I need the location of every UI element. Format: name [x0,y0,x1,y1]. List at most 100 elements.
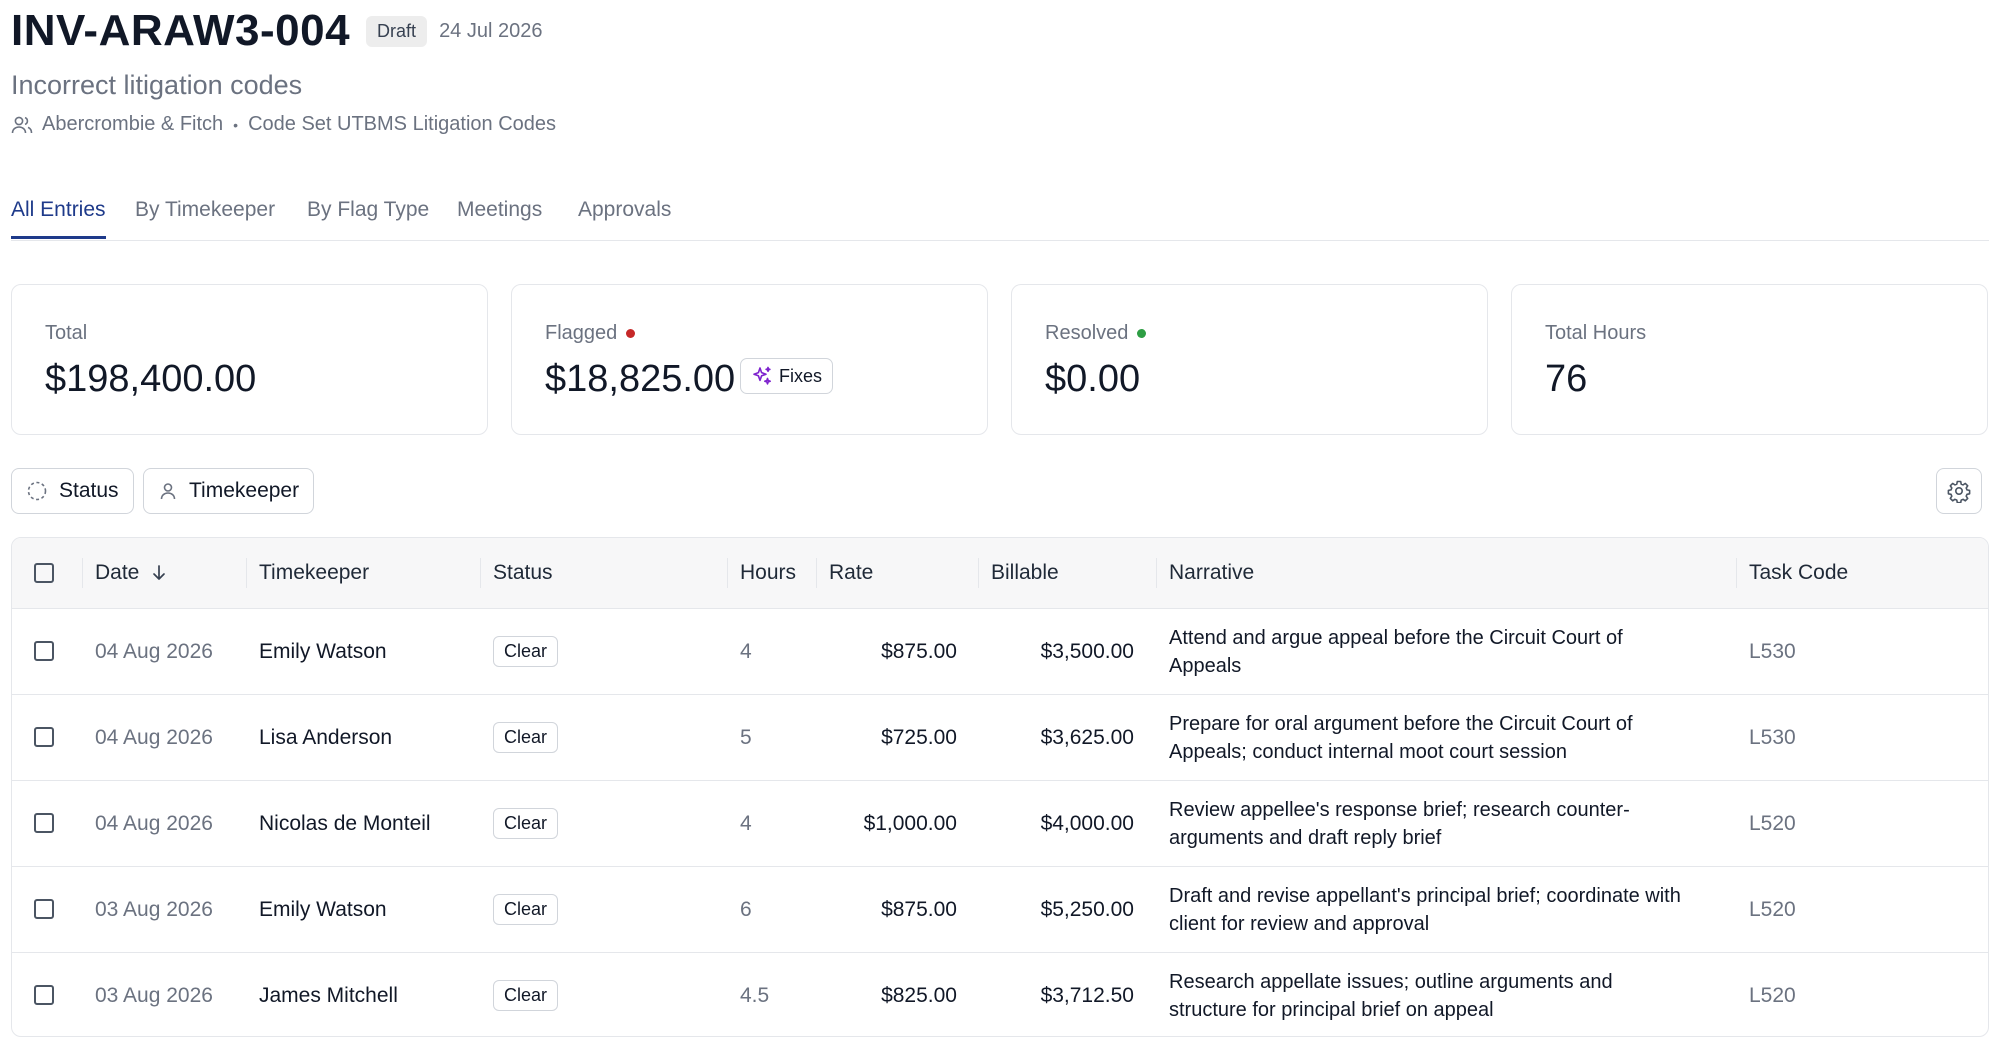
resolved-dot [1137,329,1147,338]
status-badge: Clear [493,808,559,839]
entry-date: 03 Aug 2026 [95,897,213,921]
hours-column-header[interactable]: Hours [740,538,796,608]
status-column-header[interactable]: Status [493,538,553,608]
entry-task-code: L530 [1749,639,1796,663]
rate-column-header[interactable]: Rate [829,538,873,608]
status-filter-button[interactable]: Status [11,468,134,514]
invoice-header: INV-ARAW3-004 Draft 24 Jul 2026 [11,6,542,56]
billable-column-header[interactable]: Billable [991,538,1059,608]
entry-task-code: L530 [1749,725,1796,749]
column-divider [246,558,247,588]
task-code-column-header[interactable]: Task Code [1749,538,1848,608]
timekeeper-filter-button[interactable]: Timekeeper [143,468,315,514]
sparkles-icon [753,366,771,385]
tab-by-flag-type[interactable]: By Flag Type [307,198,429,238]
tab-bar: All Entries By Timekeeper By Flag Type M… [11,198,1989,241]
entry-status: Clear [493,867,559,952]
entry-rate: $875.00 [881,897,957,921]
entry-billable: $4,000.00 [1040,811,1134,835]
code-set: Code Set UTBMS Litigation Codes [248,113,557,135]
column-divider [1156,558,1157,588]
table-row[interactable]: 04 Aug 2026 Lisa Anderson Clear 5 $725.0… [12,695,1988,781]
entry-hours: 4 [740,639,752,663]
flagged-card: Flagged $18,825.00 Fixes [511,284,988,435]
table-settings-button[interactable] [1936,468,1982,514]
status-badge: Clear [493,722,559,753]
entry-date: 04 Aug 2026 [95,811,213,835]
meta-separator: • [233,116,239,133]
invoice-meta: Abercrombie & Fitch • Code Set UTBMS Lit… [11,113,556,136]
invoice-id: INV-ARAW3-004 [11,6,351,55]
date-column-header[interactable]: Date [95,538,167,608]
total-hours-label: Total Hours [1545,322,1647,344]
tab-meetings[interactable]: Meetings [457,198,542,238]
row-checkbox[interactable] [34,727,54,747]
entry-timekeeper: Nicolas de Monteil [259,811,431,835]
column-divider [978,558,979,588]
total-value: $198,400.00 [45,358,257,400]
resolved-value: $0.00 [1045,358,1141,400]
tab-all-entries[interactable]: All Entries [11,198,106,239]
entry-rate: $825.00 [881,983,957,1007]
select-all-checkbox[interactable] [34,563,54,583]
arrow-down-icon [153,565,166,580]
column-divider [816,558,817,588]
row-checkbox[interactable] [34,641,54,661]
entry-narrative: Review appellee's response brief; resear… [1169,798,1630,849]
users-icon [11,116,33,133]
row-checkbox[interactable] [34,899,54,919]
entry-status: Clear [493,953,559,1036]
entry-rate: $875.00 [881,639,957,663]
entry-billable: $3,500.00 [1040,639,1134,663]
entry-billable: $5,250.00 [1040,897,1134,921]
entry-date: 03 Aug 2026 [95,983,213,1007]
table-row[interactable]: 04 Aug 2026 Emily Watson Clear 4 $875.00… [12,609,1988,695]
status-filter-label: Status [59,479,119,502]
table-row[interactable]: 04 Aug 2026 Nicolas de Monteil Clear 4 $… [12,781,1988,867]
entry-status: Clear [493,695,559,780]
entry-billable: $3,712.50 [1040,983,1134,1007]
row-checkbox[interactable] [34,985,54,1005]
dashed-circle-icon [27,481,47,501]
client-name: Abercrombie & Fitch [42,113,224,135]
gear-icon [1947,480,1971,503]
entry-date: 04 Aug 2026 [95,725,213,749]
entries-table: Date Timekeeper Status Hours Rate Billab… [11,537,1989,1037]
row-checkbox[interactable] [34,813,54,833]
narrative-column-header[interactable]: Narrative [1169,538,1254,608]
table-row[interactable]: 03 Aug 2026 Emily Watson Clear 6 $875.00… [12,867,1988,953]
entry-hours: 6 [740,897,752,921]
entry-hours: 5 [740,725,752,749]
entry-narrative: Research appellate issues; outline argum… [1169,970,1613,1021]
fixes-button[interactable]: Fixes [740,358,834,394]
column-divider [1736,558,1737,588]
entry-rate: $1,000.00 [863,811,957,835]
entry-hours: 4 [740,811,752,835]
timekeeper-column-header[interactable]: Timekeeper [259,538,369,608]
total-label: Total [45,322,88,344]
entry-task-code: L520 [1749,897,1796,921]
entry-timekeeper: James Mitchell [259,983,398,1007]
entry-task-code: L520 [1749,983,1796,1007]
entry-status: Clear [493,609,559,694]
entry-narrative: Draft and revise appellant's principal b… [1169,884,1681,935]
entry-narrative: Prepare for oral argument before the Cir… [1169,712,1633,763]
invoice-subtitle: Incorrect litigation codes [11,70,303,100]
timekeeper-filter-label: Timekeeper [189,479,300,502]
flagged-value: $18,825.00 [545,358,736,400]
flagged-label: Flagged [545,322,618,344]
column-divider [727,558,728,588]
entry-task-code: L520 [1749,811,1796,835]
total-card: Total $198,400.00 [11,284,488,435]
column-divider [480,558,481,588]
entry-hours: 4.5 [740,983,770,1007]
status-badge: Clear [493,894,559,925]
tab-approvals[interactable]: Approvals [578,198,671,238]
status-badge: Clear [493,980,559,1011]
table-row[interactable]: 03 Aug 2026 James Mitchell Clear 4.5 $82… [12,953,1988,1036]
total-hours-value: 76 [1545,358,1588,400]
flagged-dot [626,329,636,338]
entry-rate: $725.00 [881,725,957,749]
tab-by-timekeeper[interactable]: By Timekeeper [135,198,275,238]
user-icon [160,483,176,500]
